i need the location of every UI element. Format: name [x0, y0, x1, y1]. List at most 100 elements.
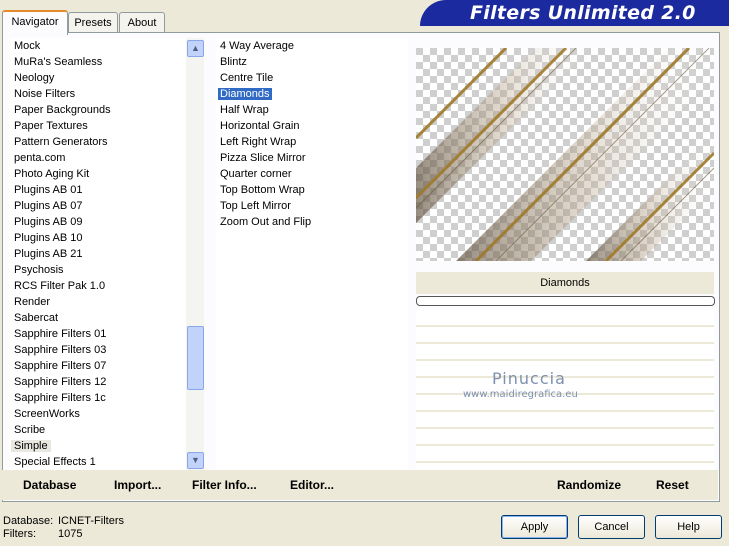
scroll-up-icon[interactable]: ▲	[187, 40, 204, 57]
filter-item[interactable]: Zoom Out and Flip	[216, 214, 408, 230]
category-item[interactable]: Plugins AB 07	[10, 198, 186, 214]
parameter-row	[416, 344, 714, 361]
tab-about[interactable]: About	[119, 12, 165, 33]
category-label: Plugins AB 10	[14, 232, 83, 244]
category-item[interactable]: Psychosis	[10, 262, 186, 278]
filter-label: Horizontal Grain	[220, 120, 300, 132]
category-label: ScreenWorks	[14, 408, 80, 420]
category-scrollbar[interactable]: ▲ ▼	[186, 38, 204, 470]
category-label: Sapphire Filters 03	[14, 344, 107, 356]
category-label: Psychosis	[14, 264, 64, 276]
category-label: Neology	[14, 72, 55, 84]
help-button[interactable]: Help	[655, 515, 722, 539]
filters-label: Filters:	[3, 528, 36, 540]
category-item[interactable]: Plugins AB 09	[10, 214, 186, 230]
category-label: Mock	[14, 40, 41, 52]
filter-item[interactable]: Quarter corner	[216, 166, 408, 182]
editor-button[interactable]: Editor...	[290, 478, 334, 492]
filter-item[interactable]: Pizza Slice Mirror	[216, 150, 408, 166]
category-item[interactable]: Noise Filters	[10, 86, 186, 102]
cancel-button[interactable]: Cancel	[578, 515, 645, 539]
randomize-button[interactable]: Randomize	[557, 478, 621, 492]
watermark-name: Pinuccia	[492, 369, 566, 388]
scroll-down-icon[interactable]: ▼	[187, 452, 204, 469]
filter-label: Pizza Slice Mirror	[220, 152, 306, 164]
tab-navigator[interactable]: Navigator	[2, 10, 68, 35]
category-list[interactable]: Mock MuRa's Seamless Neology Noise Filters P…	[10, 38, 186, 470]
parameter-row	[416, 310, 714, 327]
category-label: Render	[14, 296, 51, 308]
filter-label: Centre Tile	[220, 72, 274, 84]
category-label: Sapphire Filters 1c	[14, 392, 106, 404]
database-label: Database:	[3, 515, 54, 527]
category-item[interactable]: Neology	[10, 70, 186, 86]
filter-label: 4 Way Average	[220, 40, 294, 52]
category-item[interactable]: penta.com	[10, 150, 186, 166]
category-item[interactable]: Sapphire Filters 03	[10, 342, 186, 358]
category-item[interactable]: Sapphire Filters 1c	[10, 390, 186, 406]
category-item[interactable]: Plugins AB 21	[10, 246, 186, 262]
category-item[interactable]: Sapphire Filters 07	[10, 358, 186, 374]
filter-label: Top Left Mirror	[220, 200, 291, 212]
filter-item[interactable]: Diamonds	[216, 86, 408, 102]
category-item[interactable]: Render	[10, 294, 186, 310]
category-item[interactable]: RCS Filter Pak 1.0	[10, 278, 186, 294]
category-label: Sapphire Filters 01	[14, 328, 107, 340]
category-item[interactable]: Scribe	[10, 422, 186, 438]
category-item[interactable]: Special Effects 1	[10, 454, 186, 470]
category-label: Simple	[11, 440, 51, 452]
category-item[interactable]: MuRa's Seamless	[10, 54, 186, 70]
filter-item[interactable]: Centre Tile	[216, 70, 408, 86]
category-item[interactable]: Photo Aging Kit	[10, 166, 186, 182]
parameter-row	[416, 412, 714, 429]
parameter-row	[416, 446, 714, 463]
app-title: Filters Unlimited 2.0	[470, 2, 696, 24]
category-item[interactable]: Simple	[10, 438, 186, 454]
filter-item[interactable]: Left Right Wrap	[216, 134, 408, 150]
category-label: Photo Aging Kit	[14, 168, 90, 180]
category-item[interactable]: Plugins AB 10	[10, 230, 186, 246]
category-label: Scribe	[14, 424, 46, 436]
tab-presets[interactable]: Presets	[68, 12, 118, 33]
filter-label: Top Bottom Wrap	[220, 184, 305, 196]
filter-item[interactable]: Top Bottom Wrap	[216, 182, 408, 198]
apply-button[interactable]: Apply	[501, 515, 568, 539]
category-label: Plugins AB 01	[14, 184, 83, 196]
filter-info-button[interactable]: Filter Info...	[192, 478, 257, 492]
category-label: penta.com	[14, 152, 66, 164]
filter-item[interactable]: Half Wrap	[216, 102, 408, 118]
filter-label: Blintz	[220, 56, 247, 68]
category-label: MuRa's Seamless	[14, 56, 103, 68]
database-value: ICNET-Filters	[58, 515, 124, 527]
category-item[interactable]: Sabercat	[10, 310, 186, 326]
category-label: Plugins AB 07	[14, 200, 83, 212]
database-button[interactable]: Database	[23, 478, 76, 492]
reset-button[interactable]: Reset	[656, 478, 689, 492]
category-label: Sabercat	[14, 312, 59, 324]
category-item[interactable]: Sapphire Filters 12	[10, 374, 186, 390]
filters-count: 1075	[58, 528, 83, 540]
parameter-row	[416, 327, 714, 344]
filter-item[interactable]: Top Left Mirror	[216, 198, 408, 214]
filter-item[interactable]: 4 Way Average	[216, 38, 408, 54]
category-item[interactable]: Mock	[10, 38, 186, 54]
category-label: Special Effects 1	[14, 456, 96, 468]
category-item[interactable]: Paper Backgrounds	[10, 102, 186, 118]
scroll-thumb[interactable]	[187, 326, 204, 390]
watermark-url: www.maidiregrafica.eu	[463, 389, 578, 400]
category-item[interactable]: Sapphire Filters 01	[10, 326, 186, 342]
category-item[interactable]: Paper Textures	[10, 118, 186, 134]
category-label: Pattern Generators	[14, 136, 108, 148]
category-item[interactable]: ScreenWorks	[10, 406, 186, 422]
category-item[interactable]: Pattern Generators	[10, 134, 186, 150]
category-label: Paper Textures	[14, 120, 88, 132]
filter-item[interactable]: Horizontal Grain	[216, 118, 408, 134]
filter-label: Left Right Wrap	[220, 136, 297, 148]
import-button[interactable]: Import...	[114, 478, 161, 492]
parameter-row	[416, 429, 714, 446]
filter-list[interactable]: 4 Way Average Blintz Centre Tile Diamonds Ha…	[216, 38, 408, 470]
filter-item[interactable]: Blintz	[216, 54, 408, 70]
preview-filter-name: Diamonds	[416, 272, 714, 294]
category-label: Plugins AB 09	[14, 216, 83, 228]
category-item[interactable]: Plugins AB 01	[10, 182, 186, 198]
